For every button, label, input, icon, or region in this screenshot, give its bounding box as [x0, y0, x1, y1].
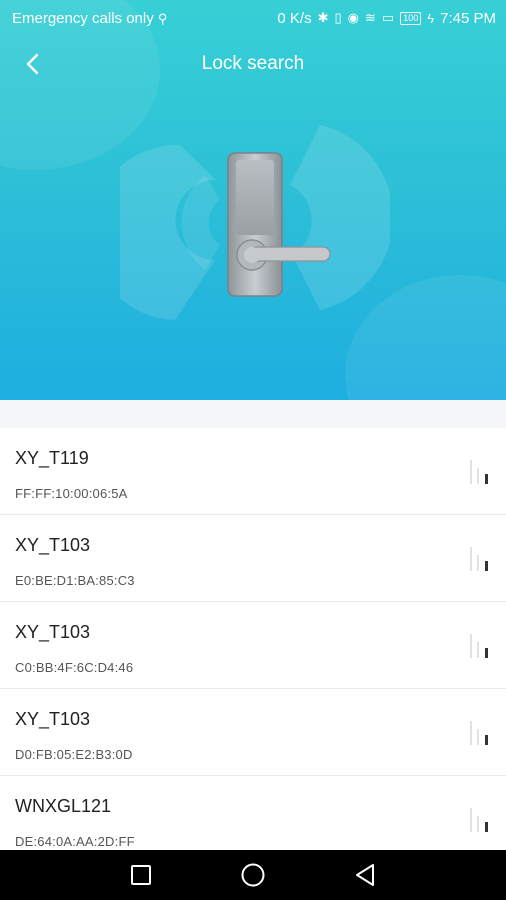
status-bar: Emergency calls only ⚲ 0 K/s ✱ ▯ ◉ ≋ ▭ 1…: [0, 0, 506, 36]
list-item[interactable]: XY_T103 C0:BB:4F:6C:D4:46: [0, 602, 506, 689]
back-button[interactable]: [18, 48, 48, 80]
vibrate-icon: ▯: [334, 10, 342, 25]
charging-icon: ϟ: [427, 10, 435, 26]
battery-icon: 100: [400, 11, 422, 25]
signal-arc-right: [290, 125, 390, 310]
device-mac: FF:FF:10:00:06:5A: [15, 486, 128, 501]
circle-icon: [241, 863, 265, 887]
chevron-left-icon: [26, 53, 39, 75]
recent-apps-button[interactable]: [124, 858, 158, 892]
list-item[interactable]: WNXGL121 DE:64:0A:AA:2D:FF: [0, 776, 506, 850]
title-bar: Lock search: [0, 42, 506, 86]
device-list: XY_T119 FF:FF:10:00:06:5A XY_T103 E0:BE:…: [0, 428, 506, 850]
device-mac: E0:BE:D1:BA:85:C3: [15, 573, 135, 588]
section-spacer: [0, 400, 506, 428]
signal-strength-icon: [470, 634, 488, 658]
device-name: XY_T103: [15, 709, 91, 729]
list-item[interactable]: XY_T103 E0:BE:D1:BA:85:C3: [0, 515, 506, 602]
device-name: XY_T103: [15, 535, 91, 555]
signal-strength-icon: [470, 721, 488, 745]
wifi-icon: ≋: [365, 10, 376, 25]
list-item[interactable]: XY_T103 D0:FB:05:E2:B3:0D: [0, 689, 506, 776]
home-button[interactable]: [236, 858, 270, 892]
network-speed: 0 K/s: [277, 9, 312, 27]
page-title: Lock search: [201, 53, 305, 74]
nfc-icon: ▭: [381, 10, 395, 25]
eye-icon: ◉: [347, 10, 359, 25]
door-lock-illustration: [120, 125, 390, 320]
list-item[interactable]: XY_T119 FF:FF:10:00:06:5A: [0, 428, 506, 515]
clock: 7:45 PM: [440, 9, 496, 27]
system-back-button[interactable]: [348, 858, 382, 892]
system-nav-bar: [0, 850, 506, 900]
usb-icon: ⚲: [157, 10, 168, 26]
square-icon: [131, 865, 151, 885]
device-mac: D0:FB:05:E2:B3:0D: [15, 747, 133, 762]
status-right: 0 K/s ✱ ▯ ◉ ≋ ▭ 100 ϟ 7:45 PM: [277, 10, 496, 27]
device-name: XY_T119: [15, 448, 89, 468]
signal-strength-icon: [470, 808, 488, 832]
device-name: XY_T103: [15, 622, 91, 642]
signal-strength-icon: [470, 547, 488, 571]
device-mac: DE:64:0A:AA:2D:FF: [15, 834, 135, 849]
carrier-text: Emergency calls only ⚲: [12, 9, 168, 27]
header-hero: Emergency calls only ⚲ 0 K/s ✱ ▯ ◉ ≋ ▭ 1…: [0, 0, 506, 400]
device-name: WNXGL121: [15, 796, 112, 816]
triangle-back-icon: [356, 864, 374, 886]
signal-strength-icon: [470, 460, 488, 484]
device-mac: C0:BB:4F:6C:D4:46: [15, 660, 134, 675]
bluetooth-icon: ✱: [317, 10, 329, 25]
